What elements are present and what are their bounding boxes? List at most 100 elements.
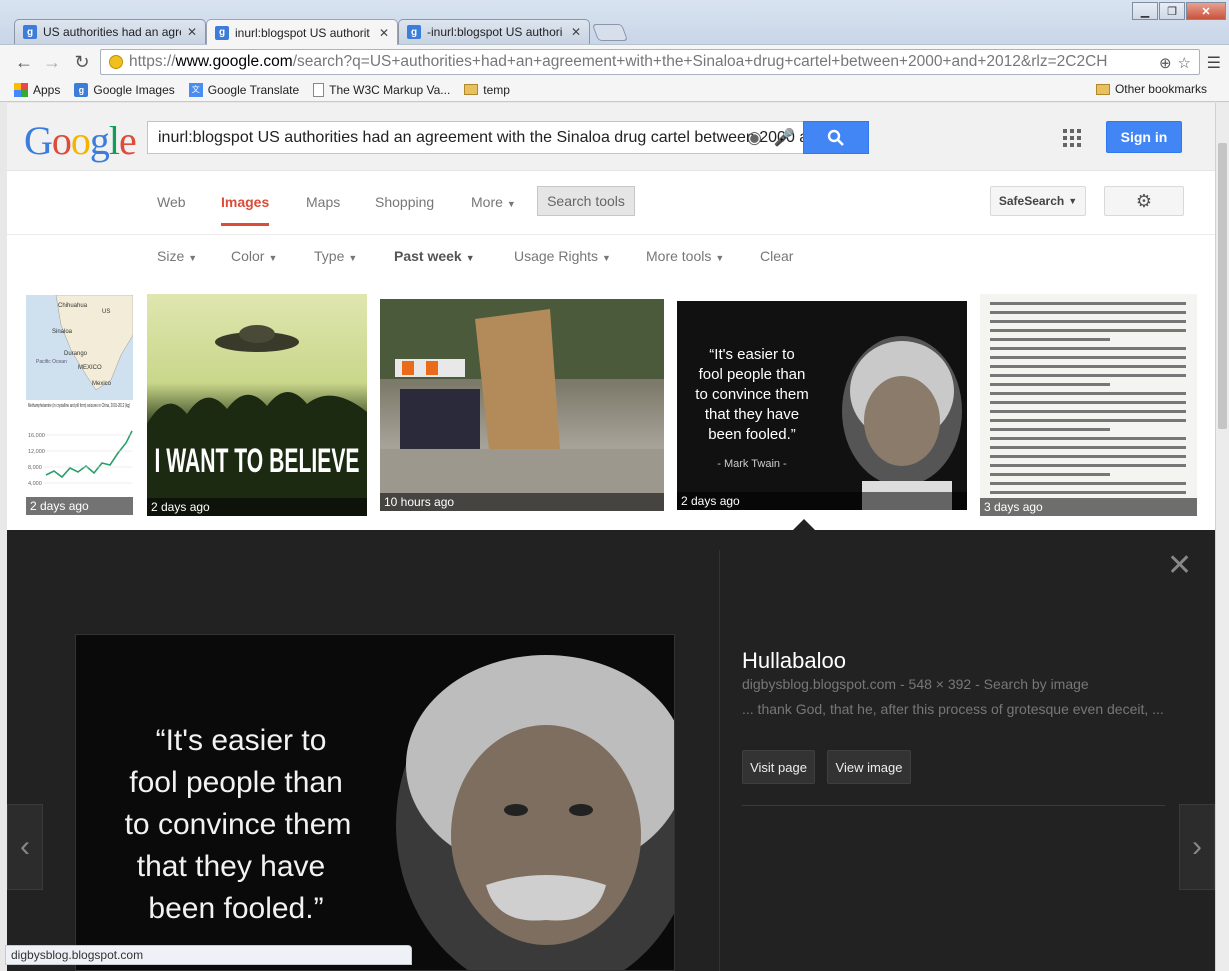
- text-line: [990, 347, 1186, 350]
- preview-quote-line: been fooled.”: [148, 892, 323, 925]
- map-label: US: [102, 309, 110, 315]
- bookmark-label: Apps: [33, 82, 61, 97]
- bookmark-w3c-validator[interactable]: The W3C Markup Va...: [313, 82, 451, 97]
- view-image-button[interactable]: View image: [827, 750, 911, 784]
- bookmark-google-images[interactable]: g Google Images: [74, 82, 175, 97]
- search-tools-button[interactable]: Search tools: [537, 186, 635, 216]
- window-close-button[interactable]: ✕: [1186, 2, 1226, 20]
- tool-usage-rights[interactable]: Usage Rights ▼: [514, 248, 611, 264]
- text-line: [990, 383, 1110, 386]
- map-label: Sinaloa: [52, 329, 73, 335]
- other-bookmarks[interactable]: Other bookmarks: [1095, 82, 1207, 96]
- close-tab-icon[interactable]: ✕: [187, 25, 197, 39]
- preview-title[interactable]: Hullabaloo: [742, 648, 846, 674]
- omnibox-actions: ⊕ ☆: [1158, 54, 1191, 72]
- image-result[interactable]: Chihuahua US Sinaloa Durango MEXICO Mexi…: [26, 295, 133, 515]
- close-tab-icon[interactable]: ✕: [379, 26, 389, 40]
- logo-letter: o: [51, 118, 72, 163]
- image-preview-panel: “It's easier to fool people than to conv…: [7, 530, 1215, 971]
- close-preview-icon[interactable]: ✕: [1167, 548, 1192, 583]
- text-page-thumbnail: [990, 302, 1186, 494]
- text-line: [990, 365, 1186, 368]
- tab-title: -inurl:blogspot US authori: [427, 25, 563, 39]
- tool-size[interactable]: Size ▼: [157, 248, 197, 264]
- microphone-icon[interactable]: 🎤: [774, 128, 795, 148]
- chrome-menu-icon[interactable]: ☰: [1207, 53, 1221, 73]
- map-label: Chihuahua: [58, 303, 88, 309]
- google-logo[interactable]: Google: [24, 117, 137, 164]
- search-button[interactable]: [803, 121, 869, 154]
- maximize-button[interactable]: ❐: [1159, 2, 1185, 20]
- image-result[interactable]: I WANT TO BELIEVE 2 days ago: [147, 294, 367, 516]
- search-tools-bar: Size ▼ Color ▼ Type ▼ Past week ▼ Usage Righ…: [7, 236, 1215, 273]
- tool-clear[interactable]: Clear: [760, 248, 793, 264]
- browser-titlebar: g US authorities had an agre ✕ g inurl:b…: [0, 0, 1229, 45]
- text-line: [990, 320, 1186, 323]
- tab-shopping[interactable]: Shopping: [375, 194, 434, 210]
- page-scrollbar[interactable]: [1215, 103, 1229, 971]
- next-image-button[interactable]: ›: [1179, 804, 1215, 890]
- new-tab-button[interactable]: [591, 24, 629, 41]
- text-line: [990, 491, 1186, 494]
- bookmark-label: Google Translate: [207, 82, 300, 97]
- tab-web[interactable]: Web: [157, 194, 186, 210]
- google-header: Google inurl:blogspot US authorities had…: [7, 103, 1215, 171]
- translate-icon: 文: [188, 82, 203, 97]
- apps-grid-icon: [14, 82, 28, 97]
- panel-divider: [719, 550, 720, 971]
- tab-images[interactable]: Images: [221, 194, 270, 226]
- preview-quote-line: that they have: [137, 850, 325, 883]
- previous-image-button[interactable]: ‹: [7, 804, 43, 890]
- forward-icon[interactable]: →: [40, 50, 64, 74]
- browser-toolbar: ← → ↻ https://www.google.com/search?q=US…: [0, 44, 1229, 78]
- tool-label: Past week: [394, 248, 462, 264]
- tool-color[interactable]: Color ▼: [231, 248, 277, 264]
- logo-letter: g: [89, 118, 110, 163]
- bookmark-star-icon[interactable]: ☆: [1178, 54, 1191, 72]
- tool-more-tools[interactable]: More tools ▼: [646, 248, 724, 264]
- image-result[interactable]: 3 days ago: [980, 294, 1197, 516]
- visit-page-button[interactable]: Visit page: [742, 750, 815, 784]
- address-bar[interactable]: https://www.google.com/search?q=US+autho…: [100, 49, 1200, 75]
- tab-more[interactable]: More ▼: [471, 194, 516, 210]
- back-icon[interactable]: ←: [12, 50, 36, 74]
- close-tab-icon[interactable]: ✕: [571, 25, 581, 39]
- tool-time[interactable]: Past week ▼: [394, 248, 475, 264]
- bookmark-apps[interactable]: Apps: [14, 82, 61, 97]
- image-result[interactable]: “It's easier to fool people than to conv…: [677, 301, 967, 510]
- map-label: Mexico: [92, 381, 112, 387]
- tab-maps[interactable]: Maps: [306, 194, 340, 210]
- google-apps-icon[interactable]: [1063, 129, 1081, 147]
- sign-in-button[interactable]: Sign in: [1106, 121, 1182, 153]
- bookmark-folder-temp[interactable]: temp: [464, 83, 510, 97]
- camera-icon[interactable]: ◉: [747, 128, 762, 148]
- scrollbar-thumb[interactable]: [1218, 143, 1227, 429]
- preview-quote-line: fool people than: [129, 766, 343, 799]
- map-label: Durango: [64, 351, 88, 357]
- google-favicon-icon: g: [23, 25, 37, 39]
- tool-type[interactable]: Type ▼: [314, 248, 357, 264]
- construction-photo-thumbnail: [380, 299, 664, 511]
- tab-more-label: More: [471, 194, 503, 210]
- minimize-button[interactable]: ▁: [1132, 2, 1158, 20]
- tab-2[interactable]: g inurl:blogspot US authorit ✕: [206, 19, 398, 45]
- security-warning-icon[interactable]: [109, 55, 123, 69]
- search-input[interactable]: inurl:blogspot US authorities had an agr…: [147, 121, 804, 154]
- chart-caption: Methamphetamine (in crystalline and pill…: [28, 403, 130, 409]
- tab-3[interactable]: g -inurl:blogspot US authori ✕: [398, 19, 590, 44]
- zoom-icon[interactable]: ⊕: [1159, 54, 1172, 72]
- image-result[interactable]: 10 hours ago: [380, 299, 664, 511]
- bookmark-google-translate[interactable]: 文 Google Translate: [188, 82, 300, 97]
- tool-label: Color: [231, 248, 265, 264]
- logo-letter: l: [108, 118, 120, 163]
- bookmark-label: The W3C Markup Va...: [329, 82, 451, 97]
- quote-line: that they have: [705, 406, 799, 423]
- logo-letter: o: [70, 118, 91, 163]
- tab-1[interactable]: g US authorities had an agre ✕: [14, 19, 206, 44]
- safesearch-button[interactable]: SafeSearch ▼: [990, 186, 1086, 216]
- preview-image[interactable]: “It's easier to fool people than to conv…: [75, 634, 675, 971]
- settings-button[interactable]: ⚙: [1104, 186, 1184, 216]
- text-line: [990, 455, 1186, 458]
- reload-icon[interactable]: ↻: [70, 50, 94, 74]
- bookmark-label: Google Images: [93, 82, 175, 97]
